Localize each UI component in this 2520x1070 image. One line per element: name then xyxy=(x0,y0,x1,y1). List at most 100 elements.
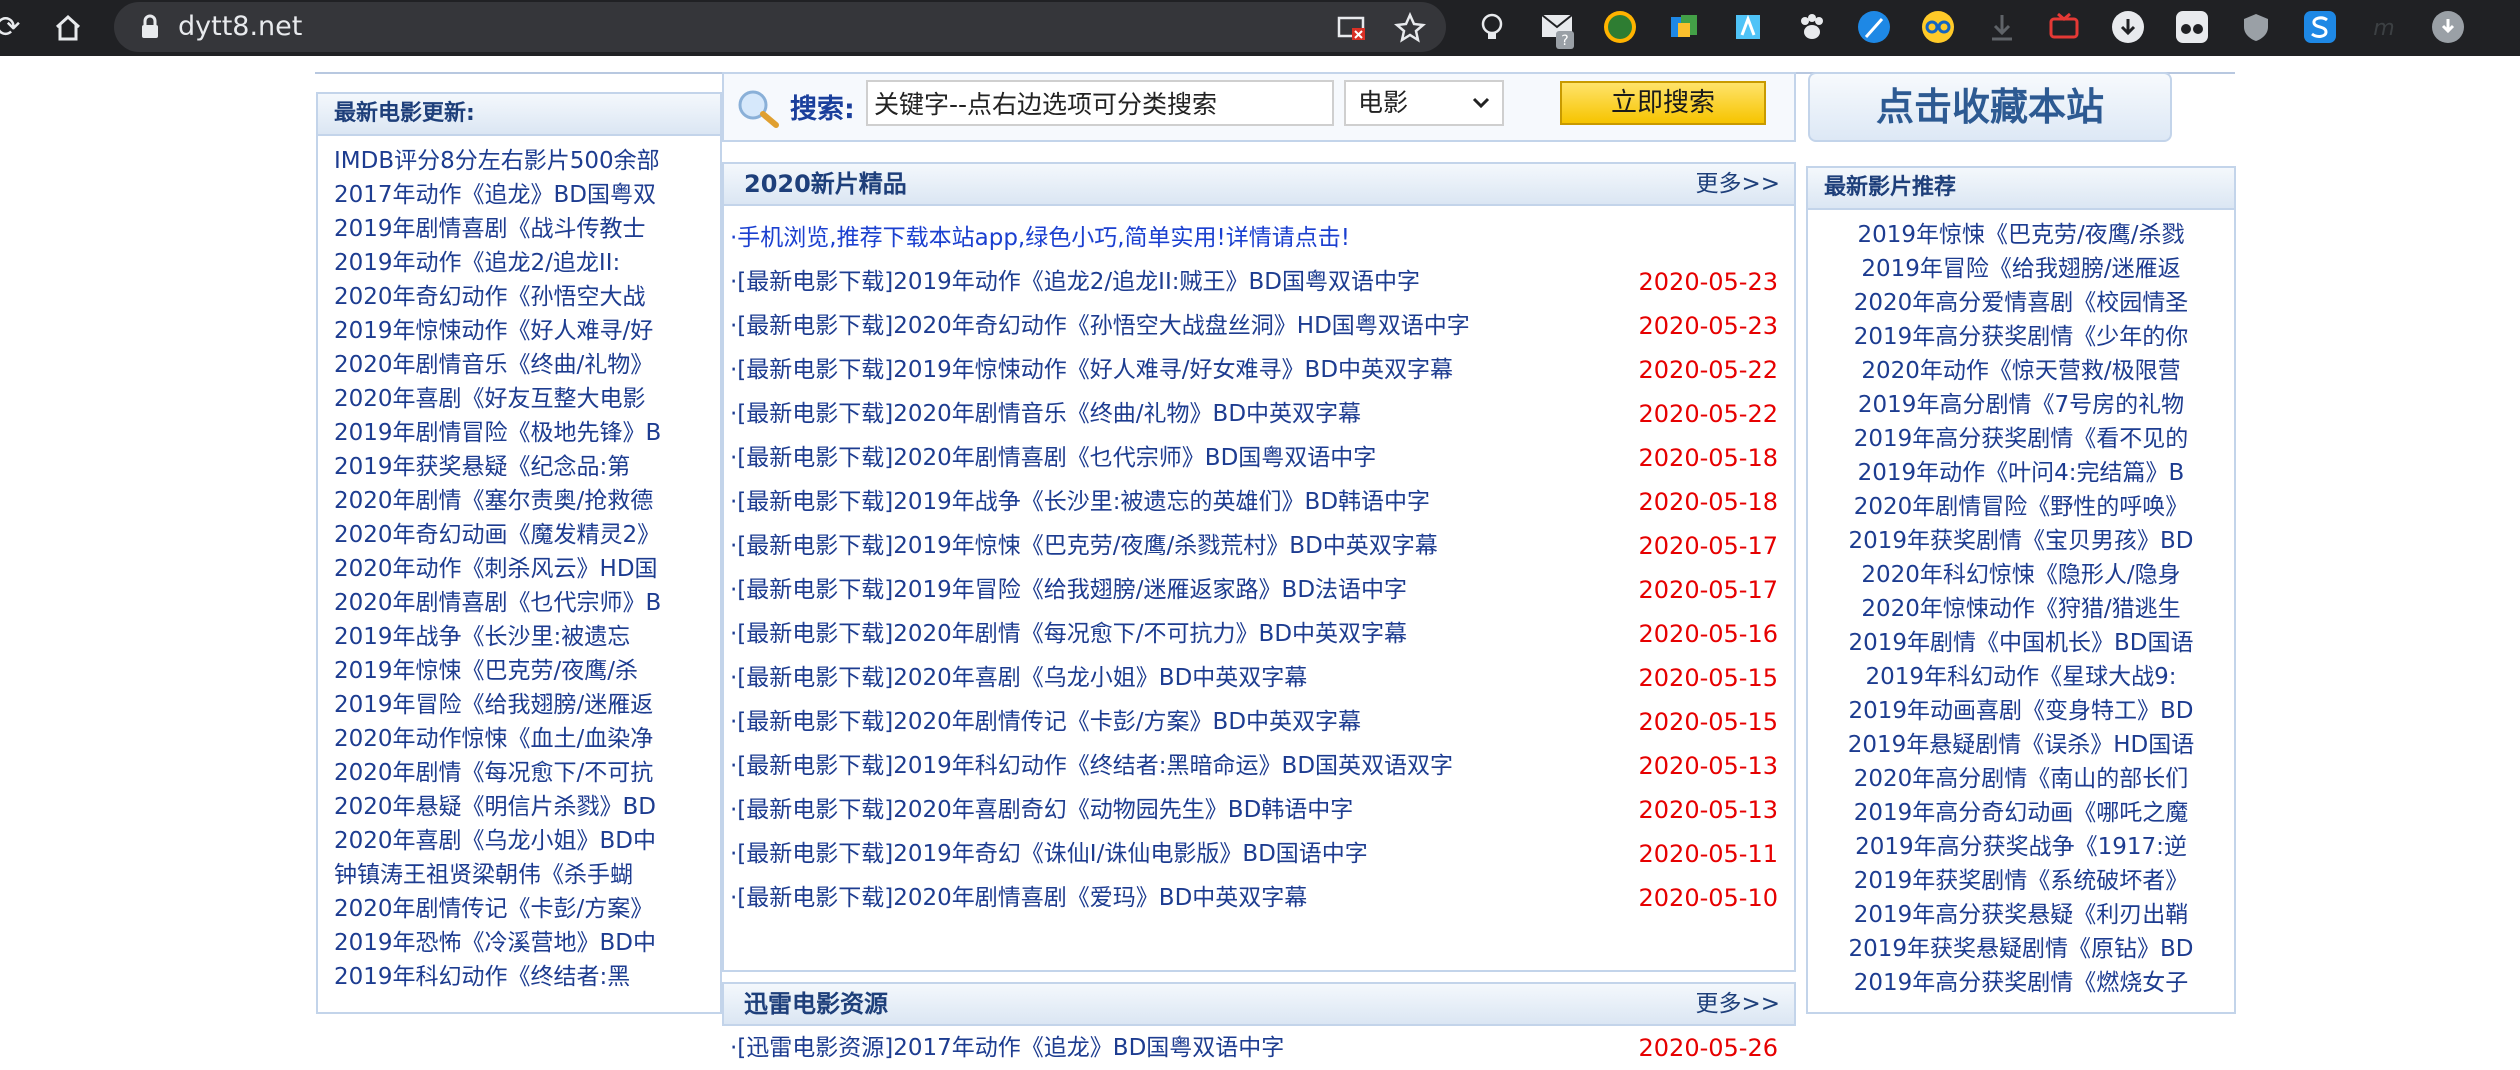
new-film-row[interactable]: ·[最新电影下载]2019年奇幻《诛仙I/诛仙电影版》BD国语中字 2020-05… xyxy=(730,832,1784,876)
recommended-film-link[interactable]: 2019年剧情《中国机长》BD国语 xyxy=(1808,626,2234,660)
recommended-film-link[interactable]: 2020年高分爱情喜剧《校园情圣 xyxy=(1808,286,2234,320)
compass-icon[interactable] xyxy=(1604,11,1636,43)
latest-update-link[interactable]: IMDB评分8分左右影片500余部 xyxy=(334,144,712,178)
latest-update-link[interactable]: 2019年惊悚动作《好人难寻/好 xyxy=(334,314,712,348)
recommended-film-link[interactable]: 2019年高分获奖剧情《少年的你 xyxy=(1808,320,2234,354)
m-icon[interactable]: m xyxy=(2368,11,2400,43)
app-notice-link[interactable]: ·手机浏览,推荐下载本站app,绿色小巧,简单实用!详情请点击! xyxy=(730,216,1784,260)
recommended-film-link[interactable]: 2019年高分获奖战争《1917:逆 xyxy=(1808,830,2234,864)
url-text[interactable]: dytt8.net xyxy=(178,2,302,52)
recommended-film-link[interactable]: 2019年高分奇幻动画《哪吒之魔 xyxy=(1808,796,2234,830)
download-icon[interactable] xyxy=(1986,11,2018,43)
glasses-icon[interactable] xyxy=(1922,11,1954,43)
new-film-row[interactable]: ·[最新电影下载]2020年奇幻动作《孙悟空大战盘丝洞》HD国粤双语中字 2020… xyxy=(730,304,1784,348)
latest-update-link[interactable]: 2019年科幻动作《终结者:黑 xyxy=(334,960,712,994)
mail-icon[interactable]: ? xyxy=(1540,11,1574,49)
latest-update-link[interactable]: 2020年剧情传记《卡彭/方案》 xyxy=(334,892,712,926)
new-film-title-link[interactable]: ·[最新电影下载]2019年惊悚《巴克劳/夜鹰/杀戮荒村》BD中英双字幕 xyxy=(730,533,1438,559)
new-film-title-link[interactable]: ·[最新电影下载]2019年战争《长沙里:被遗忘的英雄们》BD韩语中字 xyxy=(730,489,1430,515)
new-film-row[interactable]: ·[最新电影下载]2020年剧情音乐《终曲/礼物》BD中英双字幕 2020-05-… xyxy=(730,392,1784,436)
latest-update-link[interactable]: 2019年剧情冒险《极地先锋》B xyxy=(334,416,712,450)
recommended-film-link[interactable]: 2019年科幻动作《星球大战9: xyxy=(1808,660,2234,694)
xunlei-more-link[interactable]: 更多>> xyxy=(1695,984,1780,1024)
latest-update-link[interactable]: 2019年惊悚《巴克劳/夜鹰/杀 xyxy=(334,654,712,688)
new-film-row[interactable]: ·[最新电影下载]2019年科幻动作《终结者:黑暗命运》BD国英双语双字 2020… xyxy=(730,744,1784,788)
recommended-film-link[interactable]: 2019年动作《叶问4:完结篇》B xyxy=(1808,456,2234,490)
new-film-title-link[interactable]: ·[最新电影下载]2020年剧情《每况愈下/不可抗力》BD中英双字幕 xyxy=(730,621,1407,647)
recommended-film-link[interactable]: 2019年动画喜剧《变身特工》BD xyxy=(1808,694,2234,728)
screen-cast-icon[interactable] xyxy=(1336,12,1368,44)
bulb-icon[interactable] xyxy=(1476,11,1508,43)
new-film-title-link[interactable]: ·[最新电影下载]2020年喜剧《乌龙小姐》BD中英双字幕 xyxy=(730,665,1307,691)
new-film-title-link[interactable]: ·[最新电影下载]2020年剧情喜剧《爱玛》BD中英双字幕 xyxy=(730,885,1307,911)
new-film-title-link[interactable]: ·[最新电影下载]2020年剧情传记《卡彭/方案》BD中英双字幕 xyxy=(730,709,1361,735)
latest-update-link[interactable]: 2020年喜剧《乌龙小姐》BD中 xyxy=(334,824,712,858)
category-select[interactable]: 电影 xyxy=(1344,80,1504,126)
lock-icon[interactable] xyxy=(140,14,160,44)
latest-update-link[interactable]: 2019年动作《追龙2/追龙II: xyxy=(334,246,712,280)
recommended-film-link[interactable]: 2019年悬疑剧情《误杀》HD国语 xyxy=(1808,728,2234,762)
latest-update-link[interactable]: 2020年剧情音乐《终曲/礼物》 xyxy=(334,348,712,382)
latest-update-link[interactable]: 2019年恐怖《冷溪营地》BD中 xyxy=(334,926,712,960)
recommended-film-link[interactable]: 2020年惊悚动作《狩猎/猎逃生 xyxy=(1808,592,2234,626)
new-film-row[interactable]: ·[最新电影下载]2020年喜剧奇幻《动物园先生》BD韩语中字 2020-05-1… xyxy=(730,788,1784,832)
recommended-film-link[interactable]: 2020年高分剧情《南山的部长们 xyxy=(1808,762,2234,796)
latest-update-link[interactable]: 2019年战争《长沙里:被遗忘 xyxy=(334,620,712,654)
new-film-row[interactable]: ·[最新电影下载]2020年剧情传记《卡彭/方案》BD中英双字幕 2020-05-… xyxy=(730,700,1784,744)
new-films-more-link[interactable]: 更多>> xyxy=(1695,164,1780,204)
latest-update-link[interactable]: 2020年剧情《塞尔责奥/抢救德 xyxy=(334,484,712,518)
paw-icon[interactable] xyxy=(1796,11,1828,43)
new-film-row[interactable]: ·[最新电影下载]2020年喜剧《乌龙小姐》BD中英双字幕 2020-05-15 xyxy=(730,656,1784,700)
new-film-title-link[interactable]: ·[最新电影下载]2019年冒险《给我翅膀/迷雁返家路》BD法语中字 xyxy=(730,577,1407,603)
new-film-row[interactable]: ·[最新电影下载]2020年剧情喜剧《爱玛》BD中英双字幕 2020-05-10 xyxy=(730,876,1784,920)
latest-update-link[interactable]: 2020年剧情喜剧《乜代宗师》B xyxy=(334,586,712,620)
new-film-title-link[interactable]: ·[最新电影下载]2019年奇幻《诛仙I/诛仙电影版》BD国语中字 xyxy=(730,841,1368,867)
new-film-row[interactable]: ·[最新电影下载]2019年惊悚动作《好人难寻/好女难寻》BD中英双字幕 2020… xyxy=(730,348,1784,392)
s-icon[interactable] xyxy=(2304,11,2336,43)
tv-icon[interactable] xyxy=(2048,11,2080,43)
bookmark-site-button[interactable]: 点击收藏本站 xyxy=(1808,72,2172,142)
new-film-title-link[interactable]: ·[最新电影下载]2020年喜剧奇幻《动物园先生》BD韩语中字 xyxy=(730,797,1353,823)
recommended-film-link[interactable]: 2019年高分剧情《7号房的礼物 xyxy=(1808,388,2234,422)
new-film-title-link[interactable]: ·[最新电影下载]2019年动作《追龙2/追龙II:贼王》BD国粤双语中字 xyxy=(730,269,1420,295)
mask-icon[interactable] xyxy=(2176,11,2208,43)
new-film-row[interactable]: ·[最新电影下载]2020年剧情喜剧《乜代宗师》BD国粤双语中字 2020-05-… xyxy=(730,436,1784,480)
search-button[interactable]: 立即搜索 xyxy=(1560,81,1766,125)
latest-update-link[interactable]: 2020年喜剧《好友互整大电影 xyxy=(334,382,712,416)
search-input[interactable] xyxy=(866,80,1334,126)
recommended-film-link[interactable]: 2019年获奖剧情《系统破坏者》 xyxy=(1808,864,2234,898)
address-bar[interactable]: dytt8.net xyxy=(114,2,1446,52)
recommended-film-link[interactable]: 2019年获奖剧情《宝贝男孩》BD xyxy=(1808,524,2234,558)
new-film-row[interactable]: ·[最新电影下载]2020年剧情《每况愈下/不可抗力》BD中英双字幕 2020-0… xyxy=(730,612,1784,656)
recommended-film-link[interactable]: 2019年高分获奖剧情《燃烧女子 xyxy=(1808,966,2234,1000)
new-film-title-link[interactable]: ·[最新电影下载]2019年惊悚动作《好人难寻/好女难寻》BD中英双字幕 xyxy=(730,357,1453,383)
xunlei-title-link[interactable]: ·[迅雷电影资源]2017年动作《追龙》BD国粤双语中字 xyxy=(730,1035,1284,1061)
latest-update-link[interactable]: 2020年奇幻动画《魔发精灵2》 xyxy=(334,518,712,552)
latest-update-link[interactable]: 2020年悬疑《明信片杀戮》BD xyxy=(334,790,712,824)
latest-update-link[interactable]: 2020年奇幻动作《孙悟空大战 xyxy=(334,280,712,314)
latest-update-link[interactable]: 2017年动作《追龙》BD国粤双 xyxy=(334,178,712,212)
shield-icon[interactable] xyxy=(2240,11,2272,43)
new-film-title-link[interactable]: ·[最新电影下载]2020年剧情喜剧《乜代宗师》BD国粤双语中字 xyxy=(730,445,1376,471)
new-film-title-link[interactable]: ·[最新电影下载]2019年科幻动作《终结者:黑暗命运》BD国英双语双字 xyxy=(730,753,1453,779)
recommended-film-link[interactable]: 2020年剧情冒险《野性的呼唤》 xyxy=(1808,490,2234,524)
profile-icon[interactable] xyxy=(2432,11,2464,43)
recommended-film-link[interactable]: 2019年高分获奖剧情《看不见的 xyxy=(1808,422,2234,456)
new-film-row[interactable]: ·[最新电影下载]2019年冒险《给我翅膀/迷雁返家路》BD法语中字 2020-0… xyxy=(730,568,1784,612)
latest-update-link[interactable]: 2020年剧情《每况愈下/不可抗 xyxy=(334,756,712,790)
recommended-film-link[interactable]: 2020年动作《惊天营救/极限营 xyxy=(1808,354,2234,388)
recommended-film-link[interactable]: 2019年获奖悬疑剧情《原钻》BD xyxy=(1808,932,2234,966)
latest-update-link[interactable]: 钟镇涛王祖贤梁朝伟《杀手蝴 xyxy=(334,858,712,892)
latest-update-link[interactable]: 2019年剧情喜剧《战斗传教士 xyxy=(334,212,712,246)
new-film-title-link[interactable]: ·[最新电影下载]2020年剧情音乐《终曲/礼物》BD中英双字幕 xyxy=(730,401,1361,427)
down-arrow-icon[interactable] xyxy=(2112,11,2144,43)
recommended-film-link[interactable]: 2019年高分获奖悬疑《利刃出鞘 xyxy=(1808,898,2234,932)
latest-update-link[interactable]: 2020年动作惊悚《血土/血染净 xyxy=(334,722,712,756)
stamp-icon[interactable] xyxy=(1732,11,1764,43)
new-film-row[interactable]: ·[最新电影下载]2019年惊悚《巴克劳/夜鹰/杀戮荒村》BD中英双字幕 2020… xyxy=(730,524,1784,568)
xunlei-row[interactable]: ·[迅雷电影资源]2017年动作《追龙》BD国粤双语中字 2020-05-26 xyxy=(730,1026,1784,1070)
doc-icon[interactable] xyxy=(1668,11,1700,43)
latest-update-link[interactable]: 2020年动作《刺杀风云》HD国 xyxy=(334,552,712,586)
latest-update-link[interactable]: 2019年冒险《给我翅膀/迷雁返 xyxy=(334,688,712,722)
new-film-title-link[interactable]: ·[最新电影下载]2020年奇幻动作《孙悟空大战盘丝洞》HD国粤双语中字 xyxy=(730,313,1470,339)
